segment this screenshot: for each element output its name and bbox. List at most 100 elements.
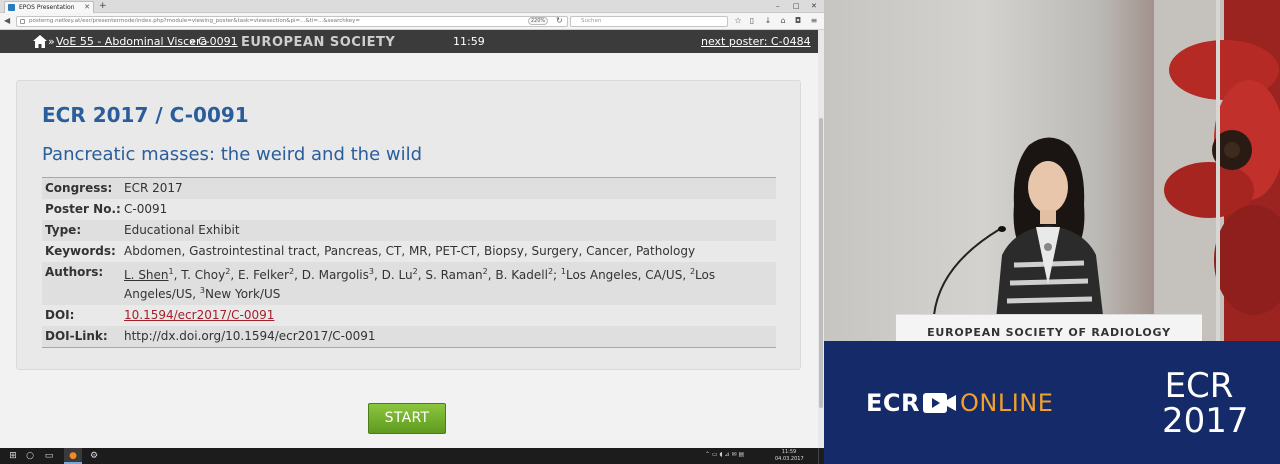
browser-navbar: ◀ posterng.netkey.at/esr/presentermode/i… — [0, 13, 824, 30]
table-row: DOI-Link: http://dx.doi.org/10.1594/ecr2… — [42, 326, 776, 347]
taskbar-clock[interactable]: 11:59 04.03.2017 — [775, 449, 804, 463]
red-flower-backdrop-image — [1154, 0, 1280, 341]
back-arrow-icon[interactable]: ◀ — [4, 16, 10, 26]
browser-titlebar: EPOS Presentation ✕ + – □ ✕ — [0, 0, 824, 13]
reload-icon[interactable]: ↻ — [556, 16, 563, 26]
author-name: D. Margolis — [301, 268, 369, 282]
new-tab-button[interactable]: + — [99, 0, 107, 13]
video-camera-icon — [923, 393, 956, 413]
row-label: Type: — [45, 223, 82, 237]
browser-tab[interactable]: EPOS Presentation ✕ — [4, 1, 94, 13]
author-name: T. Choy — [181, 268, 226, 282]
author-affiliation-sup: 2 — [547, 267, 554, 276]
brand-year-bottom: 2017 — [1162, 401, 1249, 441]
ecr-2017-logo: ECR 2017 — [1162, 366, 1249, 441]
author-name: E. Felker — [237, 268, 289, 282]
table-row: Authors: L. Shen1, T. Choy2, E. Felker2,… — [42, 262, 776, 305]
author-affiliation-sup: 2 — [288, 267, 295, 276]
download-icon[interactable]: ↓ — [764, 17, 772, 25]
windows-start-icon[interactable]: ⊞ — [8, 451, 18, 461]
firefox-icon[interactable]: ● — [68, 451, 78, 461]
doi-value: 10.1594/ecr2017/C-0091 — [124, 307, 776, 323]
row-label: Keywords: — [45, 244, 116, 258]
author-affiliation-sup: 2 — [482, 267, 488, 276]
table-row: Type: Educational Exhibit — [42, 220, 776, 241]
brand-year-top: ECR — [1164, 366, 1234, 406]
scrollbar-thumb[interactable] — [819, 118, 823, 408]
row-label: Authors: — [45, 265, 104, 279]
menu-icon[interactable]: ≡ — [810, 17, 818, 25]
next-poster-link[interactable]: next poster: C-0484 — [701, 35, 811, 49]
breadcrumb-separator: » — [189, 35, 196, 48]
start-button[interactable]: START — [368, 403, 446, 434]
poster-title: ECR 2017 / C-0091 — [42, 103, 249, 127]
info-icon[interactable] — [20, 19, 25, 24]
search-input[interactable]: Suchen — [570, 16, 728, 27]
poster-heading: Pancreatic masses: the weird and the wil… — [42, 144, 423, 165]
tab-title: EPOS Presentation — [19, 4, 75, 11]
breadcrumb-poster-link[interactable]: C-0091 — [198, 35, 238, 49]
microphone-image — [933, 226, 1006, 315]
maximize-button[interactable]: □ — [793, 0, 800, 13]
table-row: Keywords: Abdomen, Gastrointestinal trac… — [42, 241, 776, 262]
author-name: D. Lu — [381, 268, 413, 282]
table-row: DOI: 10.1594/ecr2017/C-0091 — [42, 305, 776, 326]
poster-number-value: C-0091 — [124, 202, 168, 216]
podium-sign: EUROPEAN SOCIETY OF RADIOLOGY — [896, 314, 1202, 342]
breadcrumb-session-link[interactable]: VoE 55 - Abdominal Viscera — [56, 35, 207, 49]
affiliation-place: Los Angeles, CA/US — [565, 268, 683, 282]
row-label: Congress: — [45, 181, 113, 195]
taskbar-date: 04.03.2017 — [775, 456, 804, 462]
brand-ecr-text: ECR — [866, 389, 920, 417]
ecr-online-logo: ECR ONLINE — [866, 389, 1053, 417]
author-affiliation-sup: 1 — [168, 267, 174, 276]
doi-link[interactable]: 10.1594/ecr2017/C-0091 — [124, 308, 274, 322]
task-view-icon[interactable]: ▭ — [44, 451, 54, 461]
author-name: B. Kadell — [495, 268, 548, 282]
doi-link-value: http://dx.doi.org/10.1594/ecr2017/C-0091 — [124, 329, 376, 343]
zoom-indicator[interactable]: 220% — [528, 17, 548, 25]
url-text: posterng.netkey.at/esr/presentermode/ind… — [29, 18, 360, 24]
row-label: DOI-Link: — [45, 329, 108, 343]
authors-value: L. Shen1, T. Choy2, E. Felker2, D. Margo… — [124, 267, 716, 301]
address-bar[interactable]: posterng.netkey.at/esr/presentermode/ind… — [16, 16, 568, 27]
author-affiliation-sup: 2 — [412, 267, 418, 276]
row-label: Poster No.: — [45, 202, 121, 216]
header-clock: 11:59 — [453, 35, 485, 48]
type-value: Educational Exhibit — [124, 223, 240, 237]
home-icon[interactable]: ⌂ — [779, 17, 787, 25]
author-name: S. Raman — [425, 268, 483, 282]
author-affiliation-sup: 2 — [225, 267, 231, 276]
speaker-video-panel: EUROPEAN SOCIETY OF RADIOLOGY ECR ONLINE… — [824, 0, 1280, 464]
library-icon[interactable]: ▯ — [748, 17, 756, 25]
tab-close-icon[interactable]: ✕ — [84, 2, 90, 13]
author-name[interactable]: L. Shen — [124, 268, 169, 282]
speaker-video-feed: EUROPEAN SOCIETY OF RADIOLOGY — [824, 0, 1280, 342]
ecr-online-banner: ECR ONLINE ECR 2017 — [824, 341, 1280, 464]
keywords-value: Abdomen, Gastrointestinal tract, Pancrea… — [124, 244, 696, 258]
author-affiliation-sup: 3 — [368, 267, 374, 276]
row-label: DOI: — [45, 308, 75, 322]
taskbar-time: 11:59 — [781, 449, 797, 455]
epos-header-bar: » VoE 55 - Abdominal Viscera » C-0091 EU… — [0, 30, 818, 53]
affiliation-place: New York/US — [204, 287, 281, 301]
pocket-icon[interactable]: ◘ — [794, 17, 802, 25]
esr-logo-text: EUROPEAN SOCIETY — [241, 35, 396, 50]
epos-favicon-icon — [8, 4, 15, 11]
table-row: Congress: ECR 2017 — [42, 178, 776, 199]
poster-info-card: ECR 2017 / C-0091 Pancreatic masses: the… — [16, 80, 801, 370]
close-window-button[interactable]: ✕ — [811, 0, 817, 13]
presentation-screen: EPOS Presentation ✕ + – □ ✕ ◀ posterng.n… — [0, 0, 824, 464]
star-icon[interactable]: ☆ — [734, 17, 742, 25]
home-icon[interactable] — [33, 35, 47, 48]
system-tray[interactable]: ⌃ ▭ ◖ ⊿ ✉ ▤ — [705, 451, 744, 458]
search-placeholder: Suchen — [581, 18, 602, 24]
settings-gear-icon[interactable]: ⚙ — [89, 451, 99, 461]
table-row: Poster No.: C-0091 — [42, 199, 776, 220]
congress-value: ECR 2017 — [124, 181, 183, 195]
breadcrumb-separator: » — [48, 35, 55, 48]
minimize-button[interactable]: – — [776, 0, 780, 13]
cortana-search-icon[interactable]: ○ — [25, 451, 35, 461]
brand-online-text: ONLINE — [960, 389, 1054, 417]
windows-taskbar: ⊞ ○ ▭ ● ⚙ ⌃ ▭ ◖ ⊿ ✉ ▤ 11:59 04.03.2017 — [0, 448, 824, 464]
